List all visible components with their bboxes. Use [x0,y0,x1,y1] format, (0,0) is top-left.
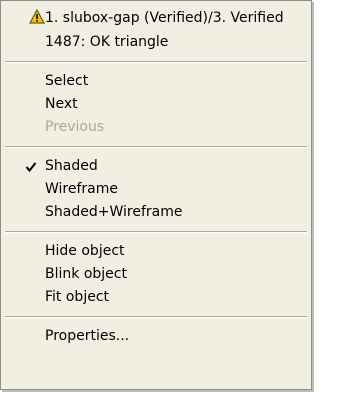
properties-label: Properties... [45,328,130,344]
menu-item-fit-object[interactable]: Fit object [1,286,311,309]
menu-item-previous: Previous [1,116,311,139]
shaded-wireframe-label: Shaded+Wireframe [45,204,183,220]
next-label: Next [45,96,78,112]
menu-item-next[interactable]: Next [1,93,311,116]
menu-item-select[interactable]: Select [1,70,311,93]
menu-item-blink-object[interactable]: Blink object [1,263,311,286]
menu-separator [5,146,307,148]
hide-object-label: Hide object [45,243,125,259]
select-label: Select [45,73,89,89]
checkmark-icon [25,162,37,173]
menu-item-properties[interactable]: Properties... [1,325,311,348]
context-menu: 1. slubox-gap (Verified)/3. Verified 148… [0,0,312,390]
menu-item-wireframe[interactable]: Wireframe [1,178,311,201]
menu-item-header-title[interactable]: 1. slubox-gap (Verified)/3. Verified [1,6,311,30]
wireframe-label: Wireframe [45,181,119,197]
menu-separator [5,61,307,63]
header-subtitle-label: 1487: OK triangle [45,34,169,50]
warning-triangle-icon [29,9,45,24]
menu-item-shaded-wireframe[interactable]: Shaded+Wireframe [1,201,311,224]
menu-item-hide-object[interactable]: Hide object [1,240,311,263]
blink-object-label: Blink object [45,266,127,282]
menu-item-header-subtitle[interactable]: 1487: OK triangle [1,30,311,54]
shaded-label: Shaded [45,158,98,174]
menu-item-shaded[interactable]: Shaded [1,155,311,178]
menu-separator [5,316,307,318]
previous-label: Previous [45,119,105,135]
header-title-label: 1. slubox-gap (Verified)/3. Verified [45,10,284,26]
menu-separator [5,231,307,233]
fit-object-label: Fit object [45,289,110,305]
